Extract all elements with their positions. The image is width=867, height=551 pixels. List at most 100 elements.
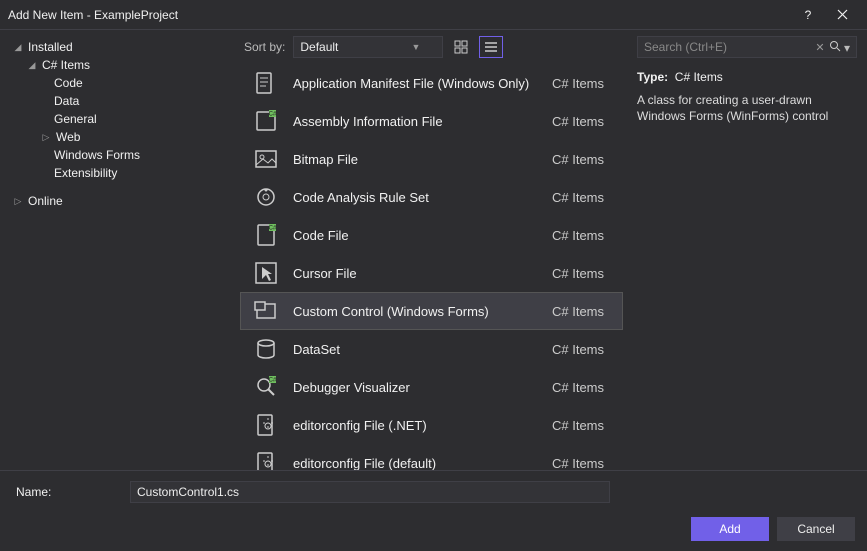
dataset-icon [251, 334, 281, 364]
template-item[interactable]: Bitmap File C# Items [240, 140, 623, 178]
window-title: Add New Item - ExampleProject [8, 8, 791, 22]
tree-label: Installed [28, 40, 73, 54]
detail-type: Type: C# Items [637, 70, 857, 84]
template-category: C# Items [552, 114, 622, 129]
tree-extensibility[interactable]: Extensibility [12, 164, 240, 182]
template-category: C# Items [552, 380, 622, 395]
caret-right-icon: ▷ [40, 132, 52, 143]
template-label: Code File [293, 228, 552, 243]
caret-down-icon: ◢ [12, 42, 24, 53]
detail-type-value: C# Items [675, 70, 723, 84]
template-label: editorconfig File (default) [293, 456, 552, 471]
tree-data[interactable]: Data [12, 92, 240, 110]
template-label: Cursor File [293, 266, 552, 281]
template-category: C# Items [552, 190, 622, 205]
list-icon [484, 40, 498, 54]
chevron-down-icon: ▼ [411, 42, 420, 52]
tree-web[interactable]: ▷ Web [12, 128, 240, 146]
template-category: C# Items [552, 342, 622, 357]
template-item[interactable]: Application Manifest File (Windows Only)… [240, 64, 623, 102]
template-item[interactable]: C# Debugger Visualizer C# Items [240, 368, 623, 406]
codefile-icon: C# [251, 220, 281, 250]
template-label: Custom Control (Windows Forms) [293, 304, 552, 319]
category-tree: ◢ Installed ◢ C# Items Code Data General… [0, 30, 240, 470]
template-item[interactable]: Custom Control (Windows Forms) C# Items [240, 292, 623, 330]
main-area: ◢ Installed ◢ C# Items Code Data General… [0, 30, 867, 470]
tree-label: C# Items [42, 58, 90, 72]
template-item[interactable]: Cursor File C# Items [240, 254, 623, 292]
tree-label: Web [56, 130, 80, 144]
caret-down-icon: ◢ [26, 60, 38, 71]
template-label: Application Manifest File (Windows Only) [293, 76, 552, 91]
tree-label: Windows Forms [54, 148, 140, 162]
detail-type-label: Type: [637, 70, 668, 84]
template-label: Bitmap File [293, 152, 552, 167]
cancel-button[interactable]: Cancel [777, 517, 855, 541]
template-item[interactable]: DataSet C# Items [240, 330, 623, 368]
clear-search-icon[interactable]: ✕ [815, 41, 824, 54]
sort-dropdown[interactable]: Default ▼ [293, 36, 443, 58]
titlebar: Add New Item - ExampleProject ? [0, 0, 867, 30]
manifest-icon [251, 68, 281, 98]
center-pane: Sort by: Default ▼ Application Manifest … [240, 30, 627, 470]
tree-label: Extensibility [54, 166, 117, 180]
template-item[interactable]: C# Code File C# Items [240, 216, 623, 254]
tree-online[interactable]: ▷ Online [12, 192, 240, 210]
tree-label: Online [28, 194, 63, 208]
tree-csharp-items[interactable]: ◢ C# Items [12, 56, 240, 74]
close-button[interactable] [825, 1, 859, 29]
name-label: Name: [10, 485, 120, 499]
caret-right-icon: ▷ [12, 196, 24, 207]
tree-installed[interactable]: ◢ Installed [12, 38, 240, 56]
center-header: Sort by: Default ▼ [240, 30, 627, 64]
name-row: Name: [10, 481, 857, 503]
ruleset-icon [251, 182, 281, 212]
sort-value: Default [300, 40, 338, 54]
tree-label: Data [54, 94, 79, 108]
search-icon[interactable]: ▾ [829, 40, 850, 55]
tree-code[interactable]: Code [12, 74, 240, 92]
template-category: C# Items [552, 266, 622, 281]
tree-label: Code [54, 76, 83, 90]
template-item[interactable]: editorconfig File (default) C# Items [240, 444, 623, 470]
svg-text:C#: C# [269, 378, 277, 384]
template-category: C# Items [552, 76, 622, 91]
sortby-label: Sort by: [244, 40, 287, 54]
editorconfig-icon [251, 448, 281, 470]
name-input[interactable] [130, 481, 610, 503]
detail-description: A class for creating a user-drawn Window… [637, 92, 857, 124]
template-item[interactable]: editorconfig File (.NET) C# Items [240, 406, 623, 444]
editorconfig-icon [251, 410, 281, 440]
template-item[interactable]: Code Analysis Rule Set C# Items [240, 178, 623, 216]
custom-control-icon [251, 296, 281, 326]
tree-windows-forms[interactable]: Windows Forms [12, 146, 240, 164]
tree-label: General [54, 112, 97, 126]
cursor-icon [251, 258, 281, 288]
add-button[interactable]: Add [691, 517, 769, 541]
template-category: C# Items [552, 418, 622, 433]
template-category: C# Items [552, 304, 622, 319]
template-category: C# Items [552, 152, 622, 167]
template-label: DataSet [293, 342, 552, 357]
svg-text:C#: C# [269, 112, 277, 118]
button-row: Add Cancel [10, 517, 857, 541]
bitmap-icon [251, 144, 281, 174]
tiles-icon [454, 40, 468, 54]
svg-text:C#: C# [269, 226, 277, 232]
search-box[interactable]: ✕ ▾ [637, 36, 857, 58]
tree-general[interactable]: General [12, 110, 240, 128]
template-label: Assembly Information File [293, 114, 552, 129]
help-button[interactable]: ? [791, 1, 825, 29]
details-pane: ✕ ▾ Type: C# Items A class for creating … [627, 30, 867, 470]
template-label: Code Analysis Rule Set [293, 190, 552, 205]
template-list[interactable]: Application Manifest File (Windows Only)… [240, 64, 623, 470]
template-label: editorconfig File (.NET) [293, 418, 552, 433]
search-input[interactable] [644, 40, 815, 54]
template-item[interactable]: C# Assembly Information File C# Items [240, 102, 623, 140]
view-list-button[interactable] [479, 36, 503, 58]
template-category: C# Items [552, 228, 622, 243]
assembly-info-icon: C# [251, 106, 281, 136]
template-label: Debugger Visualizer [293, 380, 552, 395]
view-tiles-button[interactable] [449, 36, 473, 58]
template-category: C# Items [552, 456, 622, 471]
